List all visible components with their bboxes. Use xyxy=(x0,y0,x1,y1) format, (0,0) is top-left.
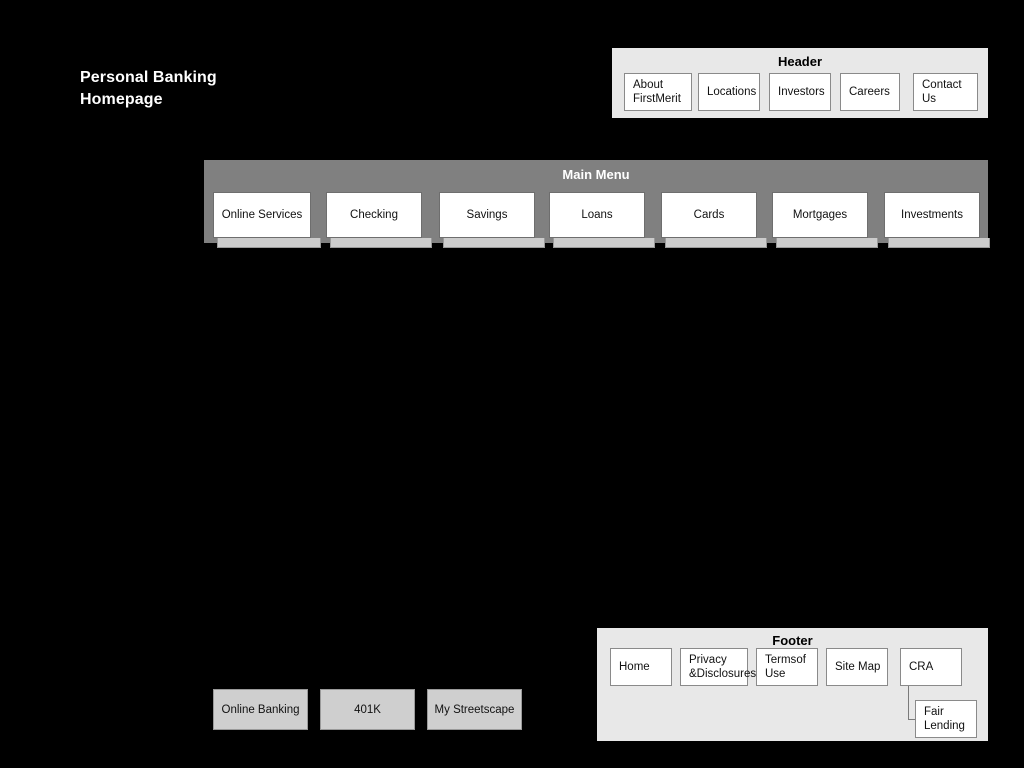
main-menu-submenu-stub-investments xyxy=(888,238,990,248)
main-menu-item-online-services[interactable]: Online Services xyxy=(213,192,311,238)
main-menu-item-savings[interactable]: Savings xyxy=(439,192,535,238)
quick-link-my-streetscape-label: My Streetscape xyxy=(434,703,515,716)
main-menu-item-savings-label: Savings xyxy=(466,209,508,221)
main-menu-item-mortgages-label: Mortgages xyxy=(792,209,848,221)
main-menu-submenu-stub-mortgages xyxy=(776,238,878,248)
main-menu-item-mortgages[interactable]: Mortgages xyxy=(772,192,868,238)
footer-panel-title: Footer xyxy=(772,633,813,648)
quick-link-401k[interactable]: 401K xyxy=(320,689,415,730)
main-menu-item-loans[interactable]: Loans xyxy=(549,192,645,238)
main-menu-item-online-services-label: Online Services xyxy=(221,209,303,221)
footer-item-home-line-1: Home xyxy=(619,661,650,673)
main-menu-submenu-stub-cards xyxy=(665,238,767,248)
main-menu-item-checking[interactable]: Checking xyxy=(326,192,422,238)
header-item-contact-us[interactable]: Contact Us xyxy=(913,73,978,111)
header-item-investors[interactable]: Investors xyxy=(769,73,831,111)
main-menu-panel-title: Main Menu xyxy=(562,167,630,182)
footer-item-fair-lending-line-1: Fair xyxy=(924,706,944,718)
main-menu-item-investments[interactable]: Investments xyxy=(884,192,980,238)
header-item-careers[interactable]: Careers xyxy=(840,73,900,111)
header-item-about-firstmerit[interactable]: About FirstMerit xyxy=(624,73,692,111)
footer-item-site-map-line-1: Site Map xyxy=(835,661,881,673)
main-menu-submenu-stub-online-services xyxy=(217,238,321,248)
header-item-about-firstmerit-line-2: FirstMerit xyxy=(633,93,681,105)
header-item-locations-line-1: Locations xyxy=(707,86,757,98)
header-panel: Header About FirstMerit Locations Investors… xyxy=(612,48,988,118)
header-item-contact-us-line-2: Us xyxy=(922,93,937,105)
footer-item-fair-lending-line-2: Lending xyxy=(924,720,965,732)
header-panel-title: Header xyxy=(777,54,823,69)
header-item-careers-line-1: Careers xyxy=(849,86,890,98)
footer-item-fair-lending[interactable]: Fair Lending xyxy=(915,700,977,738)
page-title-line-1: Personal Banking xyxy=(80,69,217,86)
main-menu-submenu-stub-checking xyxy=(330,238,432,248)
main-menu-item-cards[interactable]: Cards xyxy=(661,192,757,238)
main-menu-item-cards-label: Cards xyxy=(693,209,725,221)
footer-item-home[interactable]: Home xyxy=(610,648,672,686)
quick-link-online-banking[interactable]: Online Banking xyxy=(213,689,308,730)
header-item-about-firstmerit-line-1: About xyxy=(633,79,664,91)
quick-link-my-streetscape[interactable]: My Streetscape xyxy=(427,689,522,730)
quick-link-online-banking-label: Online Banking xyxy=(221,703,300,716)
main-menu-item-checking-label: Checking xyxy=(350,209,398,221)
header-item-investors-line-1: Investors xyxy=(778,86,825,98)
footer-item-cra-line-1: CRA xyxy=(909,661,934,673)
main-menu-item-loans-label: Loans xyxy=(581,209,613,221)
footer-panel: Footer Home Privacy &Disclosures Termsof U… xyxy=(597,628,988,741)
main-menu-submenu-stub-savings xyxy=(443,238,545,248)
footer-item-site-map[interactable]: Site Map xyxy=(826,648,888,686)
footer-item-privacy-and-disclosures[interactable]: Privacy &Disclosures xyxy=(680,648,756,686)
connector-vertical-cra-fair-lending xyxy=(908,686,909,719)
header-item-locations[interactable]: Locations xyxy=(698,73,760,111)
footer-item-terms-of-use[interactable]: Termsof Use xyxy=(756,648,818,686)
page-title: Personal Banking Homepage xyxy=(80,67,360,111)
footer-item-privacy-and-disclosures-line-2: Disclosures xyxy=(696,668,757,680)
footer-item-cra[interactable]: CRA xyxy=(900,648,962,686)
main-menu-panel: Main Menu Online Services Checking Savings… xyxy=(204,160,990,248)
header-item-contact-us-line-1: Contact xyxy=(922,79,962,91)
footer-item-terms-of-use-line-1: Terms xyxy=(765,654,797,666)
page-title-line-2: Homepage xyxy=(80,91,163,108)
main-menu-item-investments-label: Investments xyxy=(901,209,963,221)
quick-link-401k-label: 401K xyxy=(354,703,381,716)
main-menu-submenu-stub-loans xyxy=(553,238,655,248)
